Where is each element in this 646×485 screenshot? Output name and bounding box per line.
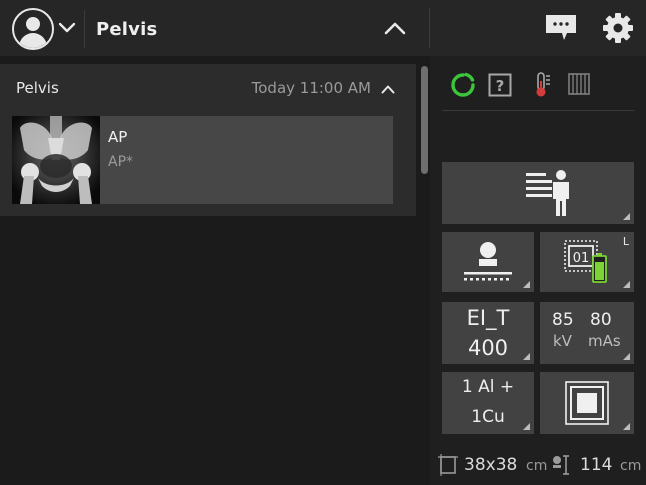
kv-value: 85 — [552, 310, 574, 330]
procedure-time: Today 11:00 AM — [251, 79, 371, 97]
sid-value: 114 — [580, 455, 613, 475]
exposure-index-value: 400 — [467, 336, 509, 360]
field-size-value: 38x38 — [464, 455, 518, 475]
procedure-name: Pelvis — [16, 79, 59, 97]
source-distance-icon — [553, 455, 569, 475]
mas-value: 80 — [590, 310, 612, 330]
user-avatar-icon[interactable] — [12, 8, 54, 50]
collapse-chevron-up-icon[interactable] — [383, 19, 407, 37]
procedure-collapse-chevron-up-icon[interactable] — [381, 84, 395, 94]
cassette-number: 01 — [572, 251, 590, 266]
svg-text:?: ? — [496, 77, 505, 95]
geometry-info: 38x38 cm 114 cm — [438, 454, 646, 478]
procedure-list-panel: Pelvis Today 11:00 AM AP AP* — [0, 56, 430, 485]
scrollbar[interactable] — [421, 66, 428, 174]
kv-unit: kV — [553, 332, 572, 350]
sid-unit: cm — [620, 458, 642, 474]
settings-gear-icon[interactable] — [602, 12, 634, 44]
patient-on-detector-icon — [464, 242, 512, 281]
patient-list-icon — [526, 170, 569, 216]
divider — [84, 10, 85, 48]
field-selection-icon — [565, 381, 609, 425]
laterality-marker: L — [622, 235, 629, 248]
filter-line-1: 1 Al + — [461, 377, 515, 397]
divider — [429, 8, 430, 48]
pelvis-xray-thumbnail — [12, 116, 100, 204]
detector-select-button[interactable]: L 01 — [540, 232, 634, 292]
help-icon[interactable]: ? — [488, 73, 512, 97]
detector-position-button[interactable] — [442, 232, 534, 292]
filter-line-2: 1Cu — [471, 407, 505, 427]
message-icon[interactable] — [545, 14, 577, 42]
field-selection-button[interactable] — [540, 372, 634, 434]
grid-icon — [568, 73, 590, 95]
filter-button[interactable]: 1 Al + 1Cu — [442, 372, 534, 434]
procedure-card[interactable]: Pelvis Today 11:00 AM AP AP* — [0, 64, 416, 216]
field-size-unit: cm — [526, 458, 548, 474]
kv-mas-button[interactable]: 85 kV 80 mAs — [540, 302, 634, 364]
view-name: AP — [108, 128, 128, 146]
ready-status-ring-icon — [451, 72, 475, 97]
exposure-index-button[interactable]: EI_T 400 — [442, 302, 534, 364]
status-row: ? — [450, 70, 640, 98]
acquisition-panel: ? L 01 EI_T 400 85 kV 80 mAs 1 Al + 1Cu … — [430, 56, 646, 485]
user-menu-chevron-down-icon[interactable] — [57, 18, 77, 38]
exposure-index-label: EI_T — [466, 306, 510, 330]
procedure-title: Pelvis — [96, 19, 158, 40]
view-sublabel: AP* — [108, 154, 134, 170]
temperature-icon — [536, 72, 550, 97]
field-size-icon — [438, 454, 458, 476]
top-bar: Pelvis — [0, 0, 646, 56]
mas-unit: mAs — [588, 332, 621, 350]
patient-orientation-button[interactable] — [442, 162, 634, 224]
divider — [442, 110, 634, 111]
exam-view-row[interactable]: AP AP* — [12, 116, 393, 204]
